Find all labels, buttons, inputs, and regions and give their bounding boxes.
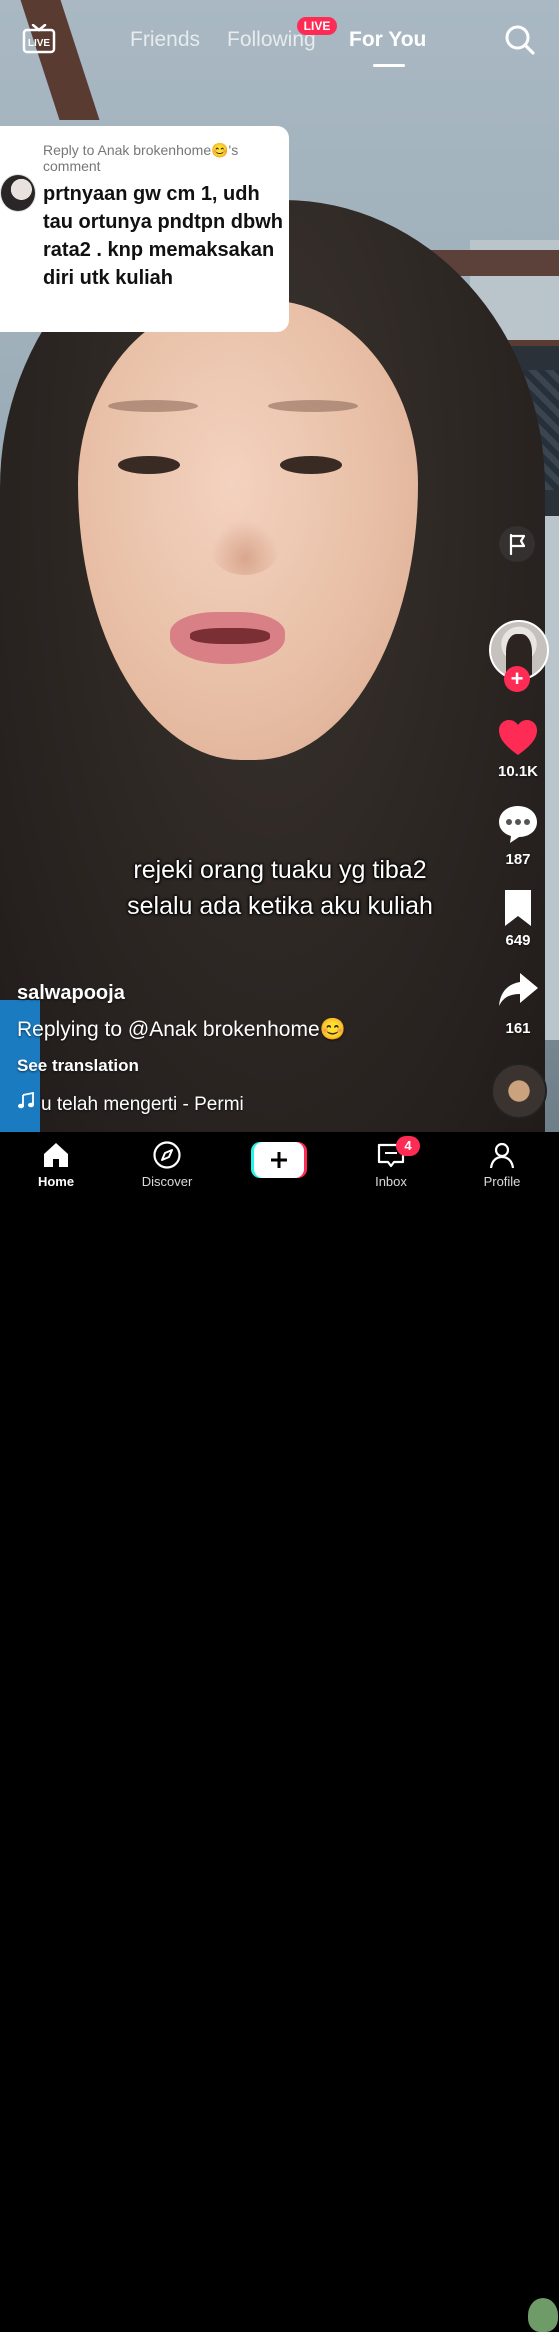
share-count: 161: [505, 1020, 531, 1037]
commenter-avatar: [0, 174, 36, 212]
save-button[interactable]: [496, 886, 540, 930]
floating-sticker: [528, 2298, 558, 2332]
bookmark-icon: [505, 890, 531, 926]
like-button[interactable]: [496, 716, 540, 760]
person-brow-left: [108, 400, 198, 412]
flag-icon: [509, 533, 526, 556]
person-eye-left: [118, 456, 180, 474]
save-count: 649: [505, 932, 531, 949]
nav-profile-label: Profile: [483, 1174, 521, 1189]
tab-friends[interactable]: Friends: [130, 28, 200, 52]
nav-home[interactable]: Home: [11, 1132, 101, 1200]
see-translation-link[interactable]: See translation: [17, 1056, 139, 1076]
top-bar: LIVE Friends Following LIVE For You: [0, 0, 559, 80]
person-eye-right: [280, 456, 342, 474]
home-icon: [44, 1143, 68, 1167]
person-brow-right: [268, 400, 358, 412]
music-title: u telah mengerti - Permi: [41, 1094, 244, 1115]
music-note-icon: [17, 1092, 35, 1116]
live-icon-label: LIVE: [28, 38, 51, 49]
profile-icon: [489, 1142, 515, 1169]
search-icon[interactable]: [504, 24, 536, 56]
follow-button[interactable]: +: [504, 666, 530, 692]
report-button[interactable]: [499, 526, 535, 562]
creator-username[interactable]: salwapooja: [17, 982, 125, 1005]
inbox-badge: 4: [396, 1136, 420, 1156]
reply-card-header: Reply to Anak brokenhome😊's comment: [43, 142, 239, 174]
compass-icon: [153, 1141, 181, 1169]
tab-for-you[interactable]: For You: [349, 28, 426, 52]
plus-icon: [251, 1142, 307, 1178]
post-description[interactable]: Replying to @Anak brokenhome😊: [17, 1018, 346, 1042]
share-button[interactable]: [496, 968, 540, 1012]
nav-inbox[interactable]: Inbox: [346, 1132, 436, 1200]
like-count: 10.1K: [497, 763, 539, 780]
active-tab-indicator: [373, 64, 405, 67]
bottom-navigation: Home Discover Inbox 4 Profile: [0, 1132, 559, 2332]
live-icon[interactable]: LIVE: [22, 23, 56, 54]
music-disc[interactable]: [491, 1063, 547, 1119]
person-mouth-inner: [190, 628, 270, 644]
heart-icon: [499, 720, 537, 755]
nav-discover-label: Discover: [141, 1174, 193, 1189]
nav-discover[interactable]: Discover: [122, 1132, 212, 1200]
music-ticker[interactable]: u telah mengerti - Permi: [17, 1092, 262, 1118]
overlay-line-1: rejeki orang tuaku yg tiba2: [133, 856, 427, 884]
reply-card-comment: prtnyaan gw cm 1, udh tau ortunya pndtpn…: [43, 183, 283, 289]
nav-home-label: Home: [37, 1174, 75, 1189]
live-badge: LIVE: [297, 17, 337, 35]
nav-inbox-label: Inbox: [375, 1174, 407, 1189]
create-button[interactable]: [251, 1142, 307, 1178]
video-text-overlay: rejeki orang tuaku yg tiba2 selalu ada k…: [60, 852, 500, 924]
person-nose: [210, 520, 280, 575]
nav-profile[interactable]: Profile: [457, 1132, 547, 1200]
comment-button[interactable]: [496, 802, 540, 846]
comment-icon: [499, 806, 537, 843]
share-icon: [499, 973, 538, 1006]
overlay-line-2: selalu ada ketika aku kuliah: [127, 892, 433, 920]
reply-comment-card[interactable]: Reply to Anak brokenhome😊's comment prtn…: [0, 126, 289, 332]
